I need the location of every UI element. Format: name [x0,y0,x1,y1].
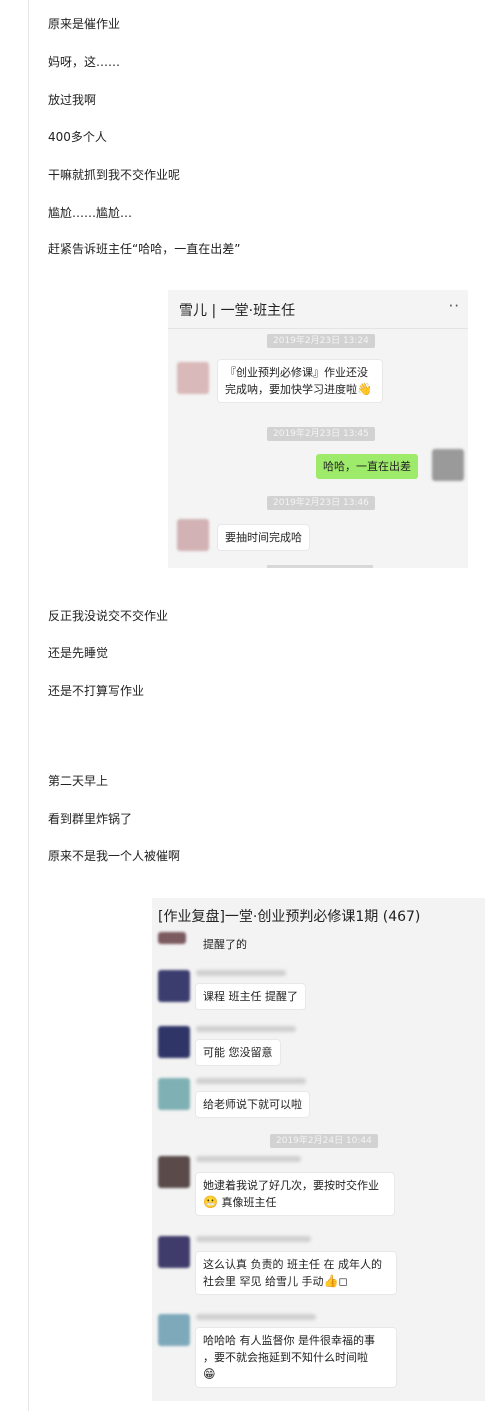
message-bubble: 可能 您没留意 [196,1040,280,1065]
more-icon[interactable]: ·· [448,297,460,315]
sender-name [196,1236,311,1242]
avatar [177,519,209,551]
wave-emoji-icon: 👋 [357,382,372,396]
timestamp: 2019年2月24日 10:44 [270,1134,378,1148]
message-bubble: 提醒了的 [203,938,247,951]
message-bubble: 她逮着我说了好几次，要按时交作业 😬 真像班主任 [196,1173,394,1215]
message-bubble: 『创业预判必修课』作业还没完成呐，要加快学习进度啦👋 [218,360,382,402]
narrative-line: 还是不打算写作业 [48,684,145,698]
narrative-line: 400多个人 [48,130,107,144]
avatar [158,1078,190,1110]
message-text: 哈哈哈 有人监督你 是件很幸福的事 [203,1334,375,1347]
avatar [177,362,209,394]
sender-name [196,1078,306,1084]
message-text: 真像班主任 [221,1196,277,1209]
message-text: 她逮着我说了好几次，要按时交作业 [203,1179,379,1192]
sender-name [196,1026,296,1032]
sender-name [196,1156,301,1162]
message-bubble: 课程 班主任 提醒了 [196,984,305,1009]
timestamp: 2019年2月23日 13:45 [267,427,375,441]
cut-off-timestamp [267,565,373,568]
narrative-line: 放过我啊 [48,93,97,107]
missing-glyph-icon: ◻ [338,1275,348,1288]
message-text: ，要不就会拖延到不知什么时间啦 [203,1351,368,1364]
narrative-line: 还是先睡觉 [48,646,109,660]
my-avatar [432,449,464,481]
narrative-line: 原来是催作业 [48,17,121,31]
narrative-line: 干嘛就抓到我不交作业呢 [48,168,181,182]
page-left-rule [28,0,29,1411]
timestamp: 2019年2月23日 13:24 [267,334,375,348]
chat-screenshot-group: [作业复盘]一堂·创业预判必修课1期 (467) 提醒了的 课程 班主任 提醒了… [152,898,485,1401]
chat-screenshot-private: 雪儿 | 一堂·班主任 ·· 2019年2月23日 13:24 『创业预判必修课… [168,290,468,568]
message-text: 『创业预判必修课』作业还没完成呐，要加快学习进度啦 [225,366,368,396]
narrative-line: 赶紧告诉班主任“哈哈，一直在出差” [48,242,241,256]
message-bubble: 要抽时间完成哈 [218,525,309,550]
sender-name [196,1314,316,1320]
chat-header: 雪儿 | 一堂·班主任 ·· [168,290,468,329]
avatar [158,970,190,1002]
grin-emoji-icon: 😁 [203,1367,216,1381]
grimace-emoji-icon: 😬 [203,1195,218,1209]
group-chat-title: [作业复盘]一堂·创业预判必修课1期 (467) [158,909,421,925]
avatar [158,1156,190,1188]
message-bubble: 给老师说下就可以啦 [196,1092,309,1117]
avatar [158,932,186,944]
narrative-line: 看到群里炸锅了 [48,812,133,826]
chat-title: 雪儿 | 一堂·班主任 [179,303,296,319]
message-bubble: 哈哈哈 有人监督你 是件很幸福的事 ，要不就会拖延到不知什么时间啦 😁 [196,1328,396,1387]
my-message-bubble: 哈哈，一直在出差 [316,454,418,479]
message-bubble: 这么认真 负责的 班主任 在 成年人的 社会里 罕见 给雪儿 手动👍◻ [196,1252,396,1294]
message-text: 社会里 罕见 给雪儿 手动 [203,1275,324,1288]
narrative-line: 妈呀，这…… [48,55,121,69]
thumbs-up-emoji-icon: 👍 [323,1274,339,1288]
sender-name [196,970,286,976]
narrative-line: 原来不是我一个人被催啊 [48,849,181,863]
avatar [158,1236,190,1268]
message-text: 这么认真 负责的 班主任 在 成年人的 [203,1258,382,1271]
narrative-line: 尴尬……尴尬… [48,206,133,220]
narrative-line: 反正我没说交不交作业 [48,609,169,623]
timestamp: 2019年2月23日 13:46 [267,496,375,510]
narrative-line: 第二天早上 [48,774,109,788]
avatar [158,1026,190,1058]
avatar [158,1314,190,1346]
